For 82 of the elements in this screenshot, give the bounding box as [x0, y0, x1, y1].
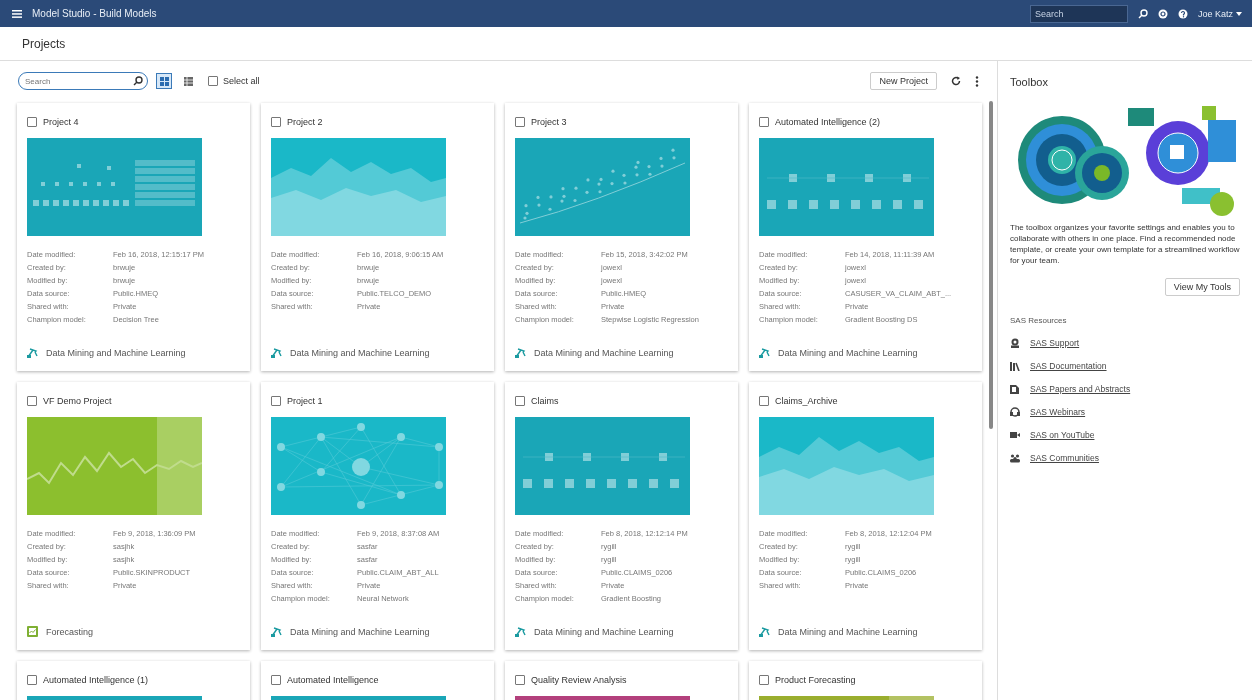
resource-link[interactable]: SAS Papers and Abstracts [1030, 384, 1131, 394]
resource-link[interactable]: SAS Webinars [1030, 407, 1086, 417]
project-card[interactable]: Product Forecasting [749, 661, 982, 700]
project-type: Data Mining and Machine Learning [46, 347, 186, 358]
search-icon[interactable] [1137, 8, 1148, 19]
headset-icon [1010, 407, 1020, 417]
refresh-icon[interactable] [951, 76, 961, 86]
project-card[interactable] [749, 103, 982, 371]
project-type: Forecasting [46, 626, 94, 637]
checkbox[interactable] [515, 675, 525, 685]
scrollbar[interactable] [989, 101, 993, 429]
project-card[interactable] [505, 382, 738, 650]
grid-icon [159, 76, 169, 86]
search-icon[interactable] [133, 76, 143, 86]
pick-icon [271, 347, 282, 358]
project-type: Data Mining and Machine Learning [778, 347, 918, 358]
project-title: Project 3 [531, 117, 567, 127]
checkbox[interactable] [27, 117, 37, 127]
caret-icon [1236, 11, 1242, 16]
checkbox[interactable] [515, 117, 525, 127]
more-options-icon[interactable] [975, 75, 979, 87]
select-all-checkbox[interactable]: Select all [208, 76, 260, 86]
page-title: Projects [22, 36, 66, 51]
project-title: Product Forecasting [775, 675, 856, 685]
project-card[interactable] [505, 103, 738, 371]
user-menu[interactable]: Joe Katz [1197, 8, 1242, 19]
section-heading: SAS Resources [1010, 316, 1068, 325]
checkbox[interactable] [271, 117, 281, 127]
project-title: Claims [531, 396, 559, 406]
app-title: Model Studio - Build Models [32, 8, 157, 19]
table-icon [183, 76, 193, 86]
resource-link[interactable]: SAS on YouTube [1030, 430, 1095, 440]
project-card[interactable]: Quality Review Analysis [505, 661, 738, 700]
checkbox[interactable] [271, 396, 281, 406]
pick-icon [759, 626, 770, 637]
project-type: Data Mining and Machine Learning [290, 347, 430, 358]
project-type: Data Mining and Machine Learning [290, 626, 430, 637]
project-type: Data Mining and Machine Learning [778, 626, 918, 637]
resource-link[interactable]: SAS Documentation [1030, 361, 1107, 371]
project-title: Project 1 [287, 396, 323, 406]
resource-link[interactable]: SAS Communities [1030, 453, 1099, 463]
pick-icon [27, 347, 38, 358]
document-icon [1010, 384, 1020, 394]
chart-icon [27, 626, 38, 637]
search-field[interactable]: Search [1029, 4, 1128, 23]
project-title: Project 2 [287, 117, 323, 127]
tile-view-button[interactable] [156, 73, 172, 89]
project-type: Data Mining and Machine Learning [534, 626, 674, 637]
panel-title: Toolbox [1010, 76, 1049, 88]
checkbox[interactable] [27, 396, 37, 406]
checkbox[interactable] [515, 396, 525, 406]
menu-icon[interactable] [12, 9, 22, 18]
project-title: Automated Intelligence [287, 675, 379, 685]
books-icon [1010, 361, 1020, 371]
video-camera-icon [1010, 430, 1020, 440]
checkbox[interactable] [27, 675, 37, 685]
project-card[interactable]: Automated Intelligence [261, 661, 494, 700]
checkbox[interactable] [759, 117, 769, 127]
project-title: Project 4 [43, 117, 79, 127]
project-card[interactable]: Automated Intelligence (1) [17, 661, 250, 700]
search-field[interactable]: Search [18, 72, 148, 90]
project-type: Data Mining and Machine Learning [534, 347, 674, 358]
project-title: Claims_Archive [775, 396, 838, 406]
project-title: Automated Intelligence (2) [775, 117, 881, 127]
project-card[interactable] [261, 382, 494, 650]
pick-icon [759, 347, 770, 358]
project-title: VF Demo Project [43, 396, 112, 406]
support-icon [1010, 338, 1020, 348]
people-icon [1010, 453, 1020, 463]
checkbox[interactable] [759, 396, 769, 406]
new-project-button[interactable]: New Project [870, 72, 937, 90]
pick-icon [515, 626, 526, 637]
project-title: Quality Review Analysis [531, 675, 627, 685]
view-my-tools-button[interactable]: View My Tools [1164, 278, 1240, 296]
resource-link[interactable]: SAS Support [1030, 338, 1080, 348]
help-icon[interactable] [1177, 8, 1188, 19]
pick-icon [515, 347, 526, 358]
checkbox[interactable] [759, 675, 769, 685]
checkbox[interactable] [271, 675, 281, 685]
pick-icon [271, 626, 282, 637]
toolbox-description: The toolbox organizes your favorite settings and enables you to collaborate with others in one place. Find a recommended node template, or create your own template for a streamlined workflow for your team. [1010, 222, 1240, 266]
project-title: Automated Intelligence (1) [43, 675, 149, 685]
